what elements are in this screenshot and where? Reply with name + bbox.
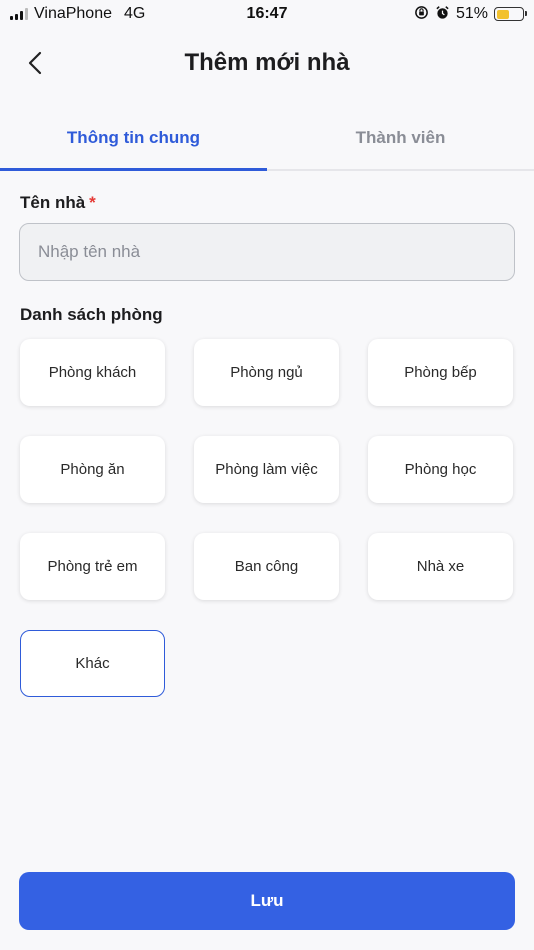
room-card-living-room[interactable]: Phòng khách <box>20 339 165 406</box>
battery-fill <box>496 9 510 19</box>
room-card-kids-room[interactable]: Phòng trẻ em <box>20 533 165 600</box>
rooms-label: Danh sách phòng <box>20 305 163 324</box>
house-name-label-text: Tên nhà <box>20 193 86 212</box>
signal-icon <box>10 8 28 20</box>
carrier-name: VinaPhone <box>34 5 112 22</box>
status-left: VinaPhone 4G <box>10 5 145 23</box>
room-card-dining-room[interactable]: Phòng ăn <box>20 436 165 503</box>
room-card-bedroom[interactable]: Phòng ngủ <box>194 339 339 406</box>
house-name-input[interactable] <box>19 223 515 281</box>
status-time: 16:47 <box>246 5 288 22</box>
orientation-lock-icon <box>414 5 429 23</box>
tab-general-info[interactable]: Thông tin chung <box>0 110 267 171</box>
chevron-left-icon <box>28 51 42 75</box>
tab-members[interactable]: Thành viên <box>267 110 534 169</box>
network-type: 4G <box>124 5 146 22</box>
room-card-other[interactable]: Khác <box>20 630 165 697</box>
app-header: Thêm mới nhà <box>0 36 534 90</box>
battery-icon <box>494 7 527 21</box>
room-card-kitchen[interactable]: Phòng bếp <box>368 339 513 406</box>
room-card-study[interactable]: Phòng học <box>368 436 513 503</box>
room-card-balcony[interactable]: Ban công <box>194 533 339 600</box>
room-card-garage[interactable]: Nhà xe <box>368 533 513 600</box>
battery-percent: 51% <box>455 5 488 22</box>
page-title: Thêm mới nhà <box>184 49 350 76</box>
alarm-icon <box>435 5 450 23</box>
back-button[interactable] <box>18 46 52 80</box>
tab-bar: Thông tin chung Thành viên <box>0 110 534 171</box>
save-button[interactable]: Lưu <box>19 872 515 930</box>
room-card-office[interactable]: Phòng làm việc <box>194 436 339 503</box>
status-right: 51% <box>414 5 527 23</box>
rooms-grid: Phòng khách Phòng ngủ Phòng bếp Phòng ăn… <box>20 339 514 697</box>
status-bar: VinaPhone 4G 16:47 51% <box>0 0 534 28</box>
required-mark: * <box>89 193 96 212</box>
house-name-label: Tên nhà * <box>20 193 96 213</box>
